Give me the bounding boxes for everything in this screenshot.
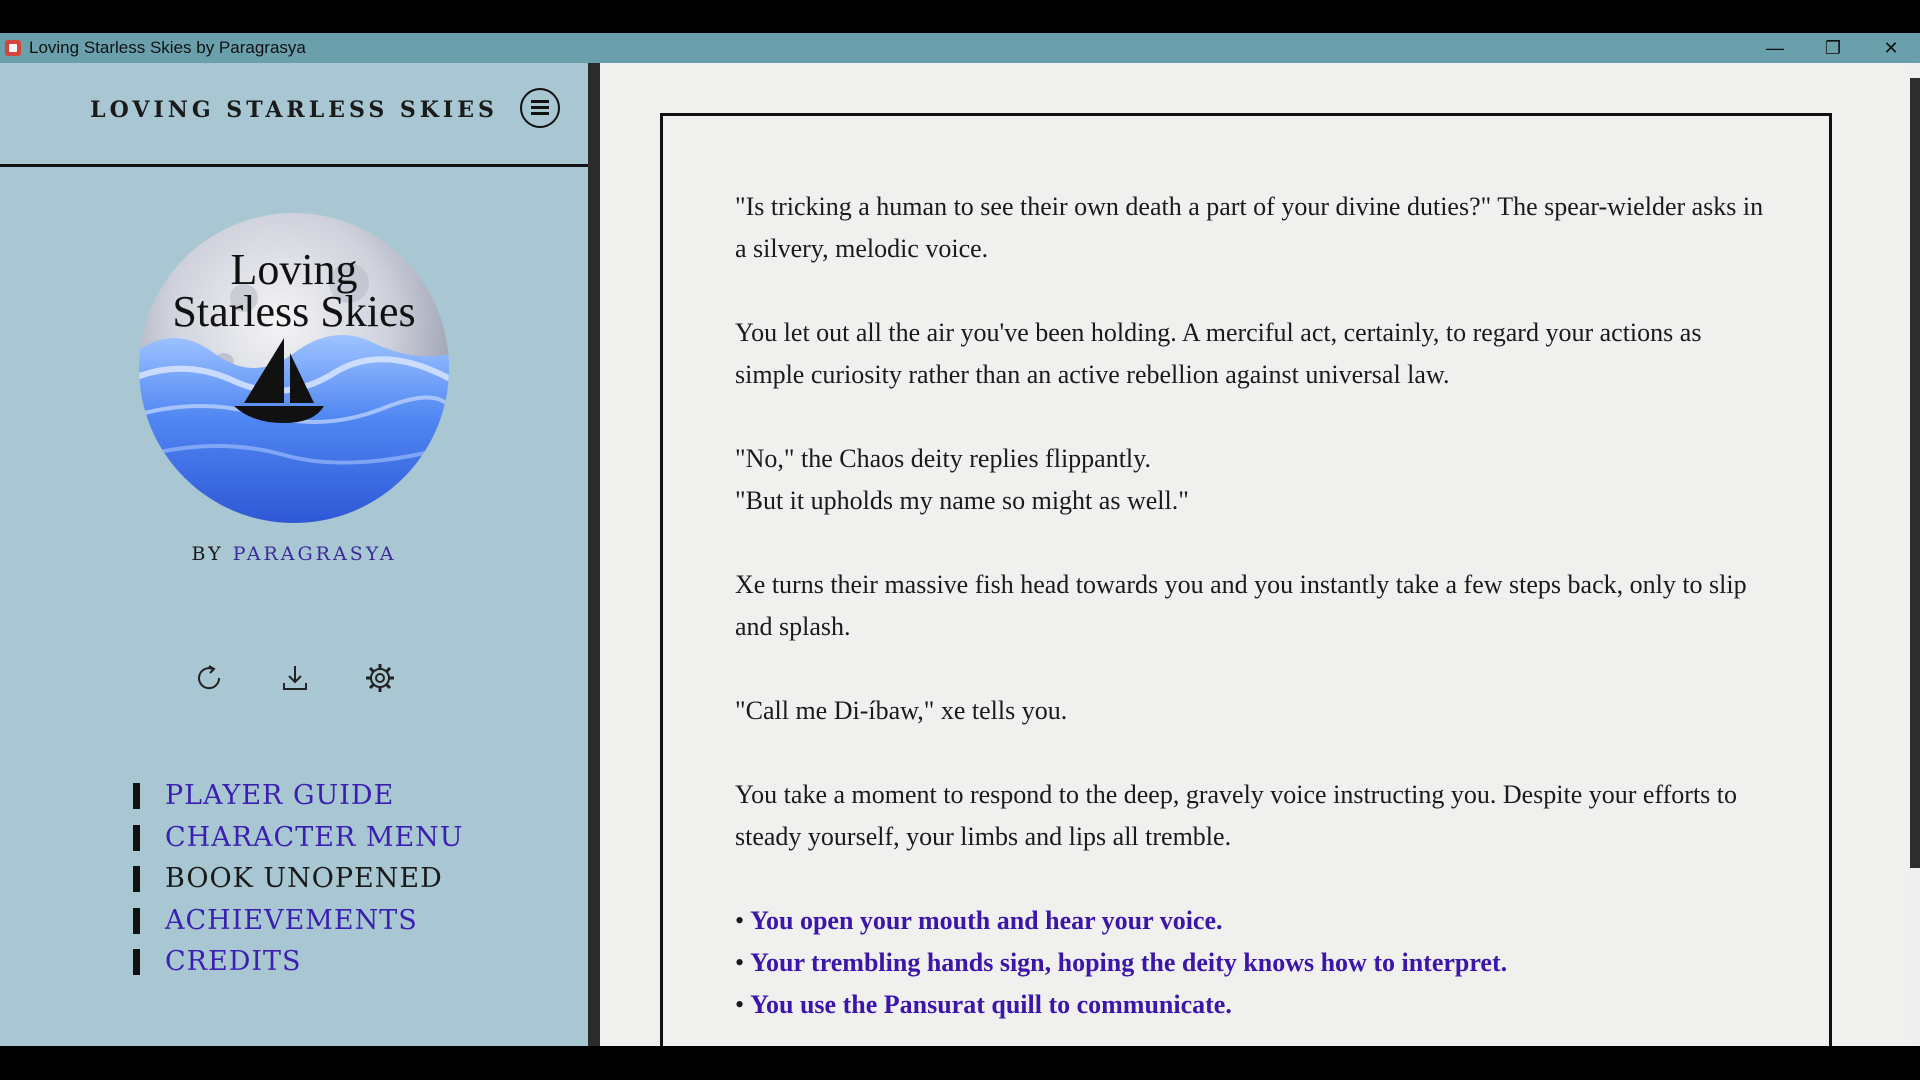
choice-link[interactable]: You use the Pansurat quill to communicat… xyxy=(750,990,1232,1019)
bullet: • xyxy=(735,990,745,1019)
hamburger-line xyxy=(531,112,549,115)
cover-title-line: Loving xyxy=(230,245,358,294)
gear-icon xyxy=(366,664,394,692)
minimize-button[interactable]: — xyxy=(1746,33,1804,63)
story-paragraph: "Call me Di-íbaw," xe tells you. xyxy=(735,696,1068,725)
menu-item-book-unopened: BOOK UNOPENED xyxy=(133,858,464,900)
restart-button[interactable] xyxy=(190,658,230,698)
screen-top-border xyxy=(0,0,1920,33)
restart-icon xyxy=(198,665,221,690)
menu-item-player-guide[interactable]: PLAYER GUIDE xyxy=(133,775,464,817)
story-page: "Is tricking a human to see their own de… xyxy=(660,113,1832,1046)
sidebar: LOVING STARLESS SKIES Loving Starless Sk… xyxy=(0,63,588,1046)
story-title: LOVING STARLESS SKIES xyxy=(90,97,498,123)
app-icon xyxy=(5,40,21,56)
author-link[interactable]: PARAGRASYA xyxy=(233,543,397,565)
screen-bottom-border xyxy=(0,1046,1920,1080)
choice-item[interactable]: • You use the Pansurat quill to communica… xyxy=(735,984,1775,1026)
story-paragraph: You let out all the air you've been hold… xyxy=(735,318,1702,389)
story-text: "Is tricking a human to see their own de… xyxy=(735,186,1775,1026)
author-byline: BY PARAGRASYA xyxy=(0,543,588,565)
window-titlebar: Loving Starless Skies by Paragrasya — ❐ … xyxy=(0,33,1920,63)
sidebar-divider xyxy=(588,63,600,1046)
story-toolbar xyxy=(190,658,400,698)
story-paragraph: "But it upholds my name so might as well… xyxy=(735,486,1189,515)
choice-item[interactable]: • You open your mouth and hear your voice… xyxy=(735,900,1775,942)
story-main: "Is tricking a human to see their own de… xyxy=(600,63,1908,1046)
menu-item-character-menu[interactable]: CHARACTER MENU xyxy=(133,817,464,859)
hamburger-line xyxy=(531,100,549,103)
cover-title: Loving Starless Skies xyxy=(134,245,454,336)
choice-item[interactable]: • Your trembling hands sign, hoping the d… xyxy=(735,942,1775,984)
cover-title-line: Starless Skies xyxy=(172,287,416,336)
close-button[interactable]: ✕ xyxy=(1862,33,1920,63)
choice-link[interactable]: Your trembling hands sign, hoping the de… xyxy=(750,948,1507,977)
story-paragraph: Xe turns their massive fish head towards… xyxy=(735,570,1747,641)
story-paragraph: "Is tricking a human to see their own de… xyxy=(735,192,1764,263)
window-title: Loving Starless Skies by Paragrasya xyxy=(29,38,306,57)
sidebar-menu: PLAYER GUIDE CHARACTER MENU BOOK UNOPENE… xyxy=(133,775,464,983)
bullet: • xyxy=(735,948,745,977)
hamburger-line xyxy=(531,106,549,109)
sidebar-header: LOVING STARLESS SKIES xyxy=(0,63,588,167)
save-button[interactable] xyxy=(275,658,315,698)
by-label: BY xyxy=(191,543,224,565)
settings-button[interactable] xyxy=(360,658,400,698)
restore-button[interactable]: ❐ xyxy=(1804,33,1862,63)
bullet: • xyxy=(735,906,745,935)
menu-item-credits[interactable]: CREDITS xyxy=(133,941,464,983)
story-paragraph: You take a moment to respond to the deep… xyxy=(735,780,1738,851)
cover-art: Loving Starless Skies xyxy=(134,203,454,523)
choice-link[interactable]: You open your mouth and hear your voice. xyxy=(750,906,1222,935)
scrollbar-thumb[interactable] xyxy=(1910,78,1920,868)
menu-item-achievements[interactable]: ACHIEVEMENTS xyxy=(133,900,464,942)
choice-list: • You open your mouth and hear your voice… xyxy=(735,900,1775,1026)
menu-toggle-button[interactable] xyxy=(520,88,560,128)
download-icon xyxy=(283,666,307,690)
story-paragraph: "No," the Chaos deity replies flippantly… xyxy=(735,444,1151,473)
